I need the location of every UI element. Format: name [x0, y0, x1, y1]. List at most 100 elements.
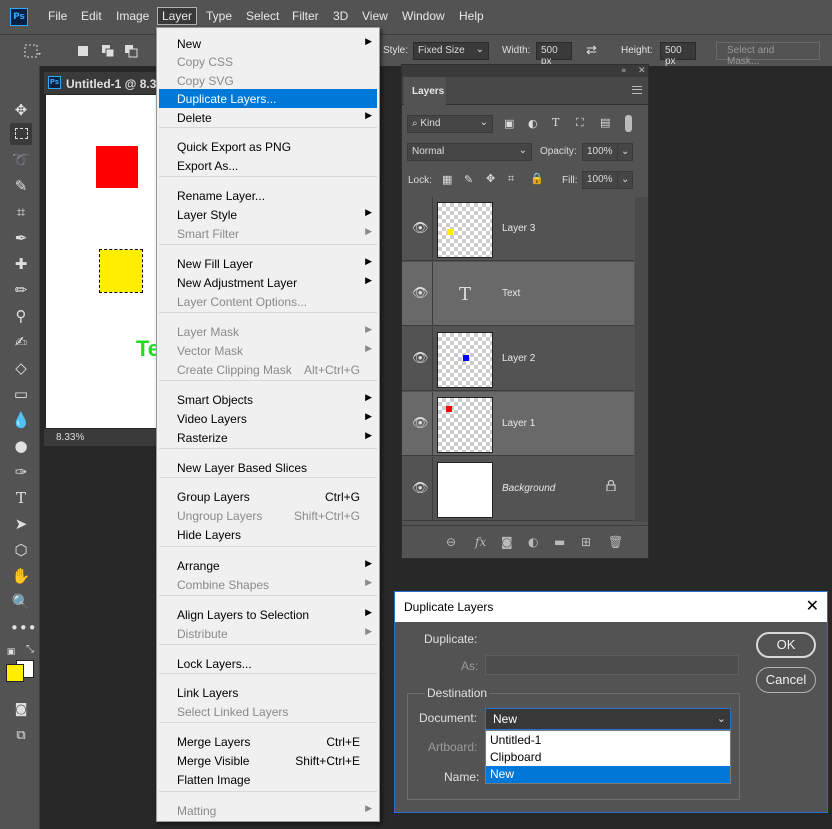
text-layer-icon[interactable]: T	[437, 267, 493, 323]
dodge-tool-icon[interactable]: ●	[10, 435, 32, 457]
menu-item-new-fill-layer[interactable]: New Fill Layer ▶	[159, 254, 377, 273]
quick-select-tool-icon[interactable]: ✎	[10, 175, 32, 197]
screen-mode-icon[interactable]: ⧉	[10, 725, 32, 747]
layer-name[interactable]: Layer 3	[502, 223, 535, 234]
menu-item-link-layers[interactable]: Link Layers	[159, 683, 377, 702]
dropdown-option-clipboard[interactable]: Clipboard	[486, 749, 730, 766]
tab-layers[interactable]: Layers	[404, 77, 446, 106]
menu-item-align-layers-to-selection[interactable]: Align Layers to Selection ▶	[159, 605, 377, 624]
eraser-tool-icon[interactable]: ◇	[10, 357, 32, 379]
lock-position-icon[interactable]: ✥	[486, 172, 495, 185]
menu-image[interactable]: Image	[116, 9, 149, 23]
layer-thumbnail[interactable]	[437, 462, 493, 518]
new-layer-icon[interactable]: ⊞	[581, 535, 591, 549]
fill-slider-toggle[interactable]: ⌄	[617, 171, 633, 189]
add-selection-icon[interactable]	[101, 44, 115, 58]
eye-icon[interactable]: 👁	[412, 481, 429, 496]
path-selection-tool-icon[interactable]: ➤	[10, 513, 32, 535]
menu-item-delete[interactable]: Delete ▶	[159, 108, 377, 127]
menu-window[interactable]: Window	[402, 9, 445, 23]
add-mask-icon[interactable]: ◙	[501, 535, 513, 549]
layer-row[interactable]: 👁 T Text	[402, 262, 634, 326]
quick-mask-icon[interactable]: ◙	[10, 699, 32, 721]
shape-tool-icon[interactable]: ⬡	[10, 539, 32, 561]
filter-kind-dropdown[interactable]: ⌕ Kind ⌄	[407, 115, 493, 133]
document-dropdown[interactable]: New ⌄	[485, 708, 731, 730]
document-canvas[interactable]: Te	[46, 95, 160, 428]
layer-row[interactable]: 👁 Layer 2	[402, 327, 634, 391]
layers-scrollbar[interactable]	[635, 197, 648, 522]
menu-item-smart-objects[interactable]: Smart Objects ▶	[159, 390, 377, 409]
width-input[interactable]: 500 px	[536, 42, 572, 67]
menu-help[interactable]: Help	[459, 9, 484, 23]
menu-item-lock-layers[interactable]: Lock Layers...	[159, 654, 377, 673]
layer-name[interactable]: Background	[502, 483, 555, 494]
as-input[interactable]	[485, 655, 739, 675]
collapse-icon[interactable]: «	[621, 66, 627, 76]
swap-colors-icon[interactable]: ⤡	[24, 644, 36, 656]
brush-tool-icon[interactable]: ✏	[10, 279, 32, 301]
eye-icon[interactable]: 👁	[412, 221, 429, 236]
delete-layer-icon[interactable]: 🗑	[608, 535, 623, 549]
opacity-input[interactable]: 100%	[582, 143, 620, 161]
new-group-icon[interactable]: ▬	[554, 535, 565, 549]
history-brush-tool-icon[interactable]: ✍	[10, 331, 32, 353]
layer-row[interactable]: 👁 Layer 3	[402, 197, 634, 261]
smart-object-filter-icon[interactable]: ▤	[600, 116, 610, 129]
move-tool-icon[interactable]: ✥	[10, 99, 32, 121]
healing-brush-tool-icon[interactable]: ✚	[10, 253, 32, 275]
menu-item-new-adjustment-layer[interactable]: New Adjustment Layer ▶	[159, 273, 377, 292]
menu-item-hide-layers[interactable]: Hide Layers	[159, 525, 377, 544]
menu-item-merge-visible[interactable]: Merge Visible Shift+Ctrl+E	[159, 751, 377, 770]
swap-icon[interactable]: ⇄	[586, 42, 597, 58]
menu-item-duplicate-layers[interactable]: Duplicate Layers...	[159, 89, 377, 108]
eye-icon[interactable]: 👁	[412, 286, 429, 301]
eye-icon[interactable]: 👁	[412, 416, 429, 431]
menu-3d[interactable]: 3D	[333, 9, 348, 23]
menu-item-layer-style[interactable]: Layer Style ▶	[159, 205, 377, 224]
link-layers-icon[interactable]: ⊖	[446, 535, 456, 549]
menu-item-arrange[interactable]: Arrange ▶	[159, 556, 377, 575]
marquee-tool-icon[interactable]	[10, 123, 32, 145]
ok-button[interactable]: OK	[756, 632, 816, 658]
eyedropper-tool-icon[interactable]: ✒	[10, 227, 32, 249]
clone-stamp-tool-icon[interactable]: ⚲	[10, 305, 32, 327]
hand-tool-icon[interactable]: ✋	[10, 565, 32, 587]
menu-item-quick-export-as-png[interactable]: Quick Export as PNG	[159, 137, 377, 156]
close-icon[interactable]: ✕	[638, 66, 646, 76]
menu-item-new[interactable]: New ▶	[159, 34, 377, 53]
menu-type[interactable]: Type	[206, 9, 232, 23]
layer-style-icon[interactable]: fx	[475, 535, 486, 549]
dialog-title-bar[interactable]: Duplicate Layers ✕	[395, 592, 827, 622]
pen-tool-icon[interactable]: ✑	[10, 461, 32, 483]
gradient-tool-icon[interactable]: ▭	[10, 383, 32, 405]
zoom-level[interactable]: 8.33%	[56, 432, 84, 443]
layer-row[interactable]: 👁 Background	[402, 457, 634, 521]
menu-view[interactable]: View	[362, 9, 388, 23]
menu-select[interactable]: Select	[246, 9, 279, 23]
eye-icon[interactable]: 👁	[412, 351, 429, 366]
menu-edit[interactable]: Edit	[81, 9, 102, 23]
new-selection-icon[interactable]	[76, 44, 90, 58]
menu-item-export-as[interactable]: Export As...	[159, 156, 377, 175]
lock-transparent-icon[interactable]: ▦	[442, 173, 452, 186]
menu-layer[interactable]: Layer	[156, 7, 198, 25]
type-tool-icon[interactable]: T	[10, 487, 32, 509]
menu-item-rasterize[interactable]: Rasterize ▶	[159, 428, 377, 447]
panel-menu-icon[interactable]	[632, 86, 642, 94]
foreground-color-swatch[interactable]	[6, 664, 24, 682]
rect-marquee-icon[interactable]	[24, 44, 42, 58]
blur-tool-icon[interactable]: 💧	[10, 409, 32, 431]
more-tools-icon[interactable]: •••	[10, 617, 37, 639]
layer-thumbnail[interactable]	[437, 397, 493, 453]
layer-name[interactable]: Layer 2	[502, 353, 535, 364]
lock-all-icon[interactable]: 🔒	[530, 172, 544, 185]
new-adjustment-icon[interactable]: ◐	[528, 535, 538, 549]
menu-item-merge-layers[interactable]: Merge Layers Ctrl+E	[159, 732, 377, 751]
menu-filter[interactable]: Filter	[292, 9, 319, 23]
menu-item-group-layers[interactable]: Group Layers Ctrl+G	[159, 487, 377, 506]
dropdown-option-new[interactable]: New	[486, 766, 730, 783]
pixel-filter-icon[interactable]: ▣	[504, 117, 514, 130]
lasso-tool-icon[interactable]: ➰	[10, 149, 32, 171]
panel-drag-bar[interactable]: « ✕	[402, 65, 648, 77]
